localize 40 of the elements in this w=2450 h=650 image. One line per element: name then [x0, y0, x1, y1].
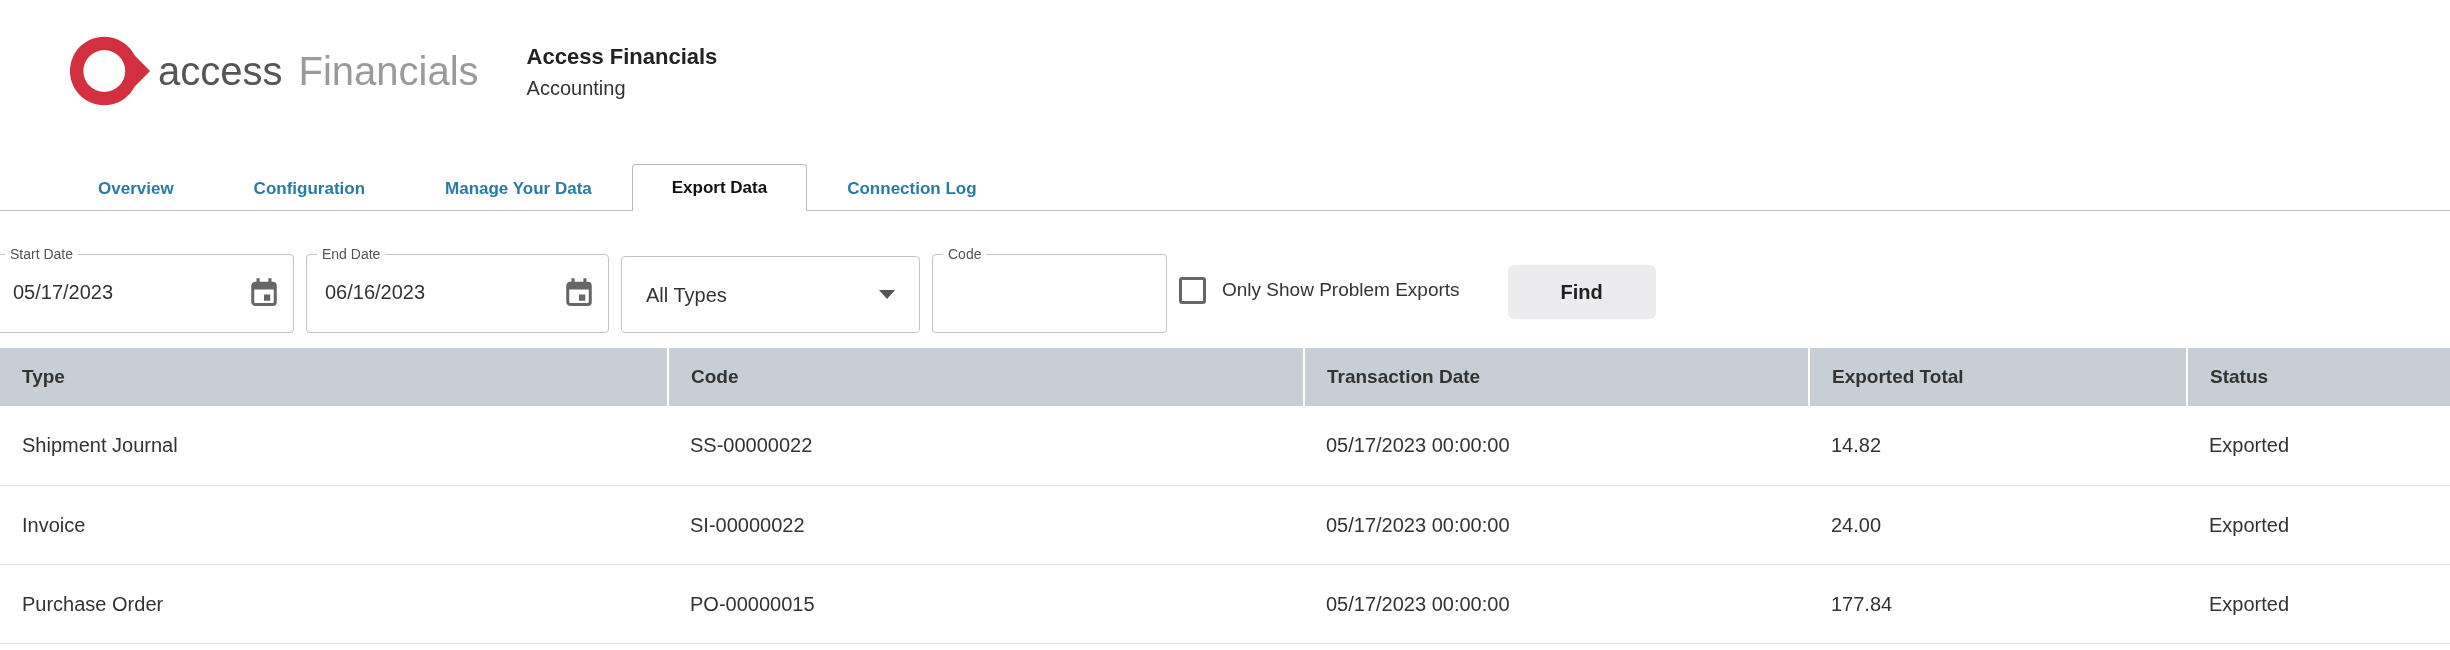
- find-button[interactable]: Find: [1507, 265, 1656, 319]
- tab[interactable]: Configuration: [213, 165, 406, 211]
- tab[interactable]: Overview: [58, 165, 214, 211]
- checkbox[interactable]: [1179, 276, 1206, 304]
- caret-icon: [879, 290, 895, 299]
- checkbox-label[interactable]: Only Show Problem Exports: [1222, 275, 1460, 305]
- table-cell: Shipment Journal: [0, 406, 668, 485]
- table-cell: 177.84: [1809, 564, 2187, 643]
- logo-text: Financials: [298, 51, 479, 91]
- table-cell: Exported: [2187, 485, 2450, 564]
- column-header: Exported Total: [1809, 348, 2187, 406]
- table-cell: SS-00000022: [668, 406, 1304, 485]
- table-cell: Exported: [2187, 406, 2450, 485]
- app-title: Access Financials: [526, 42, 718, 71]
- table-cell: 05/17/2023 00:00:00: [1304, 564, 1809, 643]
- app-subtitle: Accounting: [526, 75, 627, 101]
- table-cell: 05/17/2023 00:00:00: [1304, 406, 1809, 485]
- table-cell: 14.82: [1809, 406, 2187, 485]
- table-cell: SI-00000022: [668, 485, 1304, 564]
- logo-icon: [70, 35, 150, 107]
- tab[interactable]: Manage Your Data: [405, 165, 632, 211]
- calendar-icon: [249, 275, 279, 308]
- end-date-field[interactable]: End Date 06/16/2023: [306, 247, 609, 333]
- table-cell: Purchase Order: [0, 564, 668, 643]
- logo-text: access: [158, 51, 283, 91]
- column-header: Transaction Date: [1304, 348, 1809, 406]
- table-cell: 05/17/2023 00:00:00: [1304, 485, 1809, 564]
- start-date-field[interactable]: Start Date 05/17/2023: [0, 247, 294, 333]
- type-dropdown[interactable]: All Types: [621, 256, 920, 333]
- tab[interactable]: Export Data: [631, 164, 808, 211]
- column-header: Code: [668, 348, 1304, 406]
- code-field[interactable]: Code: [932, 247, 1167, 333]
- tab[interactable]: Connection Log: [807, 165, 1017, 211]
- table-cell: Exported: [2187, 564, 2450, 643]
- column-header: Type: [0, 348, 668, 406]
- table-cell: Invoice: [0, 485, 668, 564]
- table-cell: 24.00: [1809, 485, 2187, 564]
- table-cell: PO-00000015: [668, 564, 1304, 643]
- column-header: Status: [2187, 348, 2450, 406]
- calendar-icon: [564, 275, 594, 308]
